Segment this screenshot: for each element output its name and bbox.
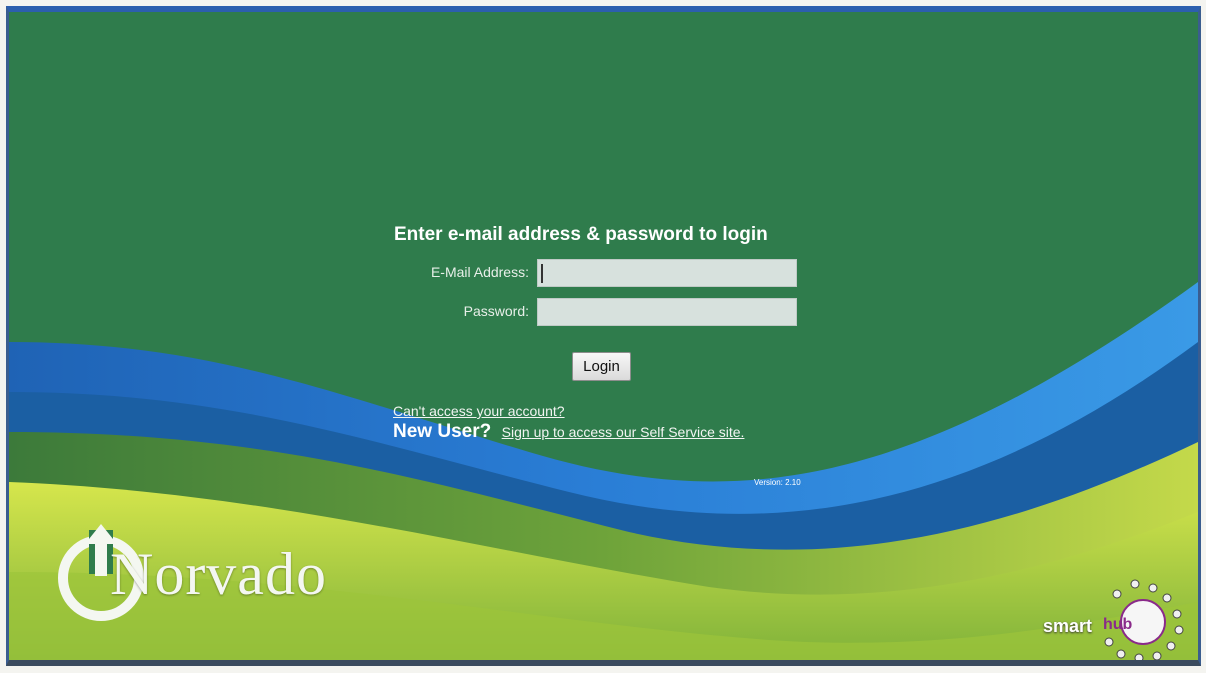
company-name: Norvado	[110, 541, 327, 607]
email-field[interactable]	[537, 259, 797, 287]
smart-wordmark: smart	[1043, 616, 1093, 636]
cant-access-link[interactable]: Can't access your account?	[393, 403, 565, 419]
login-button[interactable]: Login	[572, 352, 631, 381]
new-user-row: New User? Sign up to access our Self Ser…	[393, 421, 744, 443]
login-window: Enter e-mail address & password to login…	[6, 6, 1201, 666]
hub-wordmark: hub	[1103, 616, 1133, 633]
version-label: Version: 2.10	[754, 478, 801, 487]
login-heading: Enter e-mail address & password to login	[394, 224, 768, 245]
password-label: Password:	[463, 303, 529, 319]
text-cursor	[541, 264, 543, 283]
password-field[interactable]	[537, 298, 797, 326]
new-user-label: New User?	[393, 421, 492, 442]
email-label: E-Mail Address:	[430, 264, 529, 280]
signup-link[interactable]: Sign up to access our Self Service site.	[502, 424, 745, 440]
